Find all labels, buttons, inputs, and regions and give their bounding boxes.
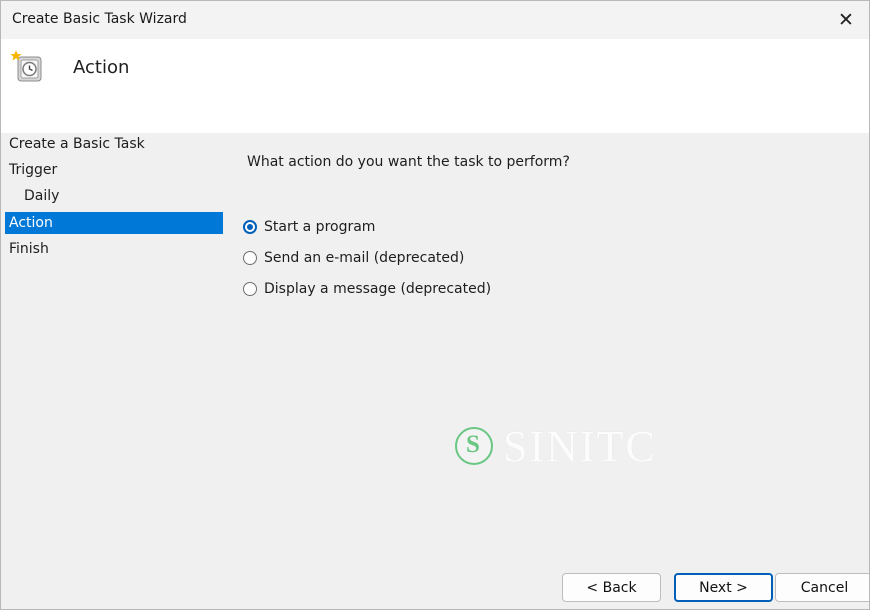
- wizard-header: Action: [1, 39, 869, 133]
- title-bar: Create Basic Task Wizard ✕: [1, 1, 869, 39]
- window-title: Create Basic Task Wizard: [12, 11, 187, 27]
- step-trigger: Trigger: [9, 162, 58, 178]
- start-program-label[interactable]: Start a program: [264, 219, 375, 235]
- step-action: Action: [5, 212, 223, 234]
- start-program-radio[interactable]: [243, 220, 257, 234]
- display-message-radio[interactable]: [243, 282, 257, 296]
- page-title: Action: [73, 57, 130, 78]
- send-email-label[interactable]: Send an e-mail (deprecated): [264, 250, 464, 266]
- watermark: SINITC: [455, 421, 675, 471]
- step-create-basic-task: Create a Basic Task: [9, 136, 145, 152]
- close-button[interactable]: ✕: [823, 1, 869, 39]
- next-button[interactable]: Next >: [674, 573, 773, 602]
- start-program-option[interactable]: Start a program: [243, 215, 375, 239]
- cancel-button[interactable]: Cancel: [775, 573, 869, 602]
- wizard-steps: Create a Basic Task Trigger Daily Action…: [1, 133, 225, 609]
- watermark-logo-icon: [455, 427, 493, 465]
- scheduler-clock-icon: [10, 50, 42, 82]
- send-email-radio[interactable]: [243, 251, 257, 265]
- step-daily: Daily: [24, 188, 60, 204]
- display-message-option[interactable]: Display a message (deprecated): [243, 277, 491, 301]
- task-wizard-window: Create Basic Task Wizard ✕ Action Create…: [0, 0, 870, 610]
- wizard-content: What action do you want the task to perf…: [225, 133, 869, 563]
- send-email-option[interactable]: Send an e-mail (deprecated): [243, 246, 464, 270]
- display-message-label[interactable]: Display a message (deprecated): [264, 281, 491, 297]
- action-question: What action do you want the task to perf…: [247, 154, 570, 170]
- back-button[interactable]: < Back: [562, 573, 661, 602]
- watermark-text: SINITC: [503, 421, 657, 471]
- step-finish: Finish: [9, 241, 49, 257]
